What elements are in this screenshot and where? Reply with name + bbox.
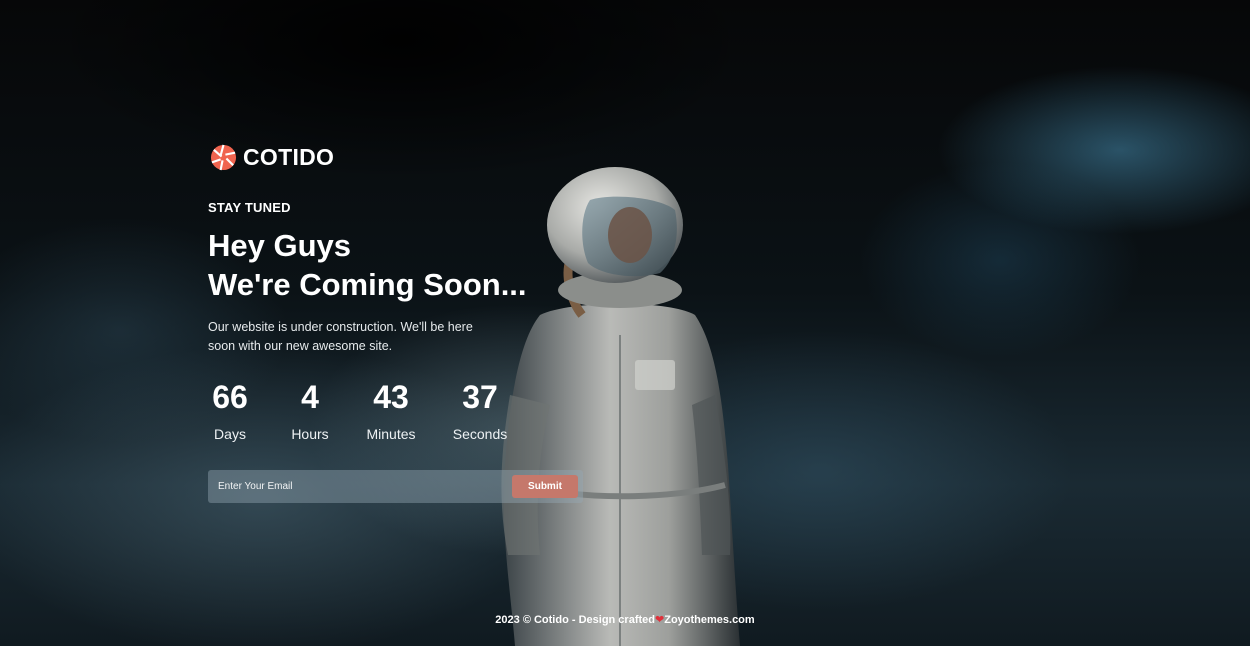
submit-button[interactable]: Submit — [512, 475, 578, 498]
footer: 2023 © Cotido - Design crafted❤Zoyotheme… — [0, 613, 1250, 626]
countdown-minutes-label: Minutes — [366, 426, 416, 442]
footer-copyright: 2023 © Cotido - Design crafted — [495, 614, 655, 626]
countdown-hours: 4 Hours — [282, 376, 338, 442]
page-title: Hey Guys We're Coming Soon... — [208, 226, 527, 304]
aperture-icon — [210, 144, 237, 170]
countdown-seconds-label: Seconds — [452, 426, 508, 442]
headline-line-2: We're Coming Soon... — [208, 267, 527, 302]
countdown-seconds: 37 Seconds — [444, 376, 516, 442]
headline-line-1: Hey Guys — [208, 228, 352, 263]
countdown-timer: 66 Days 4 Hours 43 Minutes 37 Seconds — [200, 376, 538, 442]
brand-name: COTIDO — [243, 143, 335, 170]
brand-logo[interactable]: COTIDO — [210, 143, 334, 171]
countdown-minutes-value: 43 — [373, 379, 409, 415]
countdown-days-value: 66 — [212, 379, 248, 415]
description-text: Our website is under construction. We'll… — [208, 320, 473, 353]
countdown-days-label: Days — [214, 426, 246, 442]
countdown-hours-label: Hours — [291, 426, 329, 442]
countdown-days: 66 Days — [200, 376, 260, 442]
heart-icon: ❤ — [655, 614, 665, 626]
footer-link[interactable]: Zoyothemes.com — [664, 614, 754, 626]
countdown-seconds-value: 37 — [462, 379, 498, 415]
countdown-minutes: 43 Minutes — [360, 376, 422, 442]
email-input[interactable] — [208, 471, 512, 502]
stay-tuned-label: STAY TUNED — [208, 200, 291, 215]
subscribe-form: Submit — [208, 470, 583, 503]
countdown-hours-value: 4 — [301, 379, 319, 415]
